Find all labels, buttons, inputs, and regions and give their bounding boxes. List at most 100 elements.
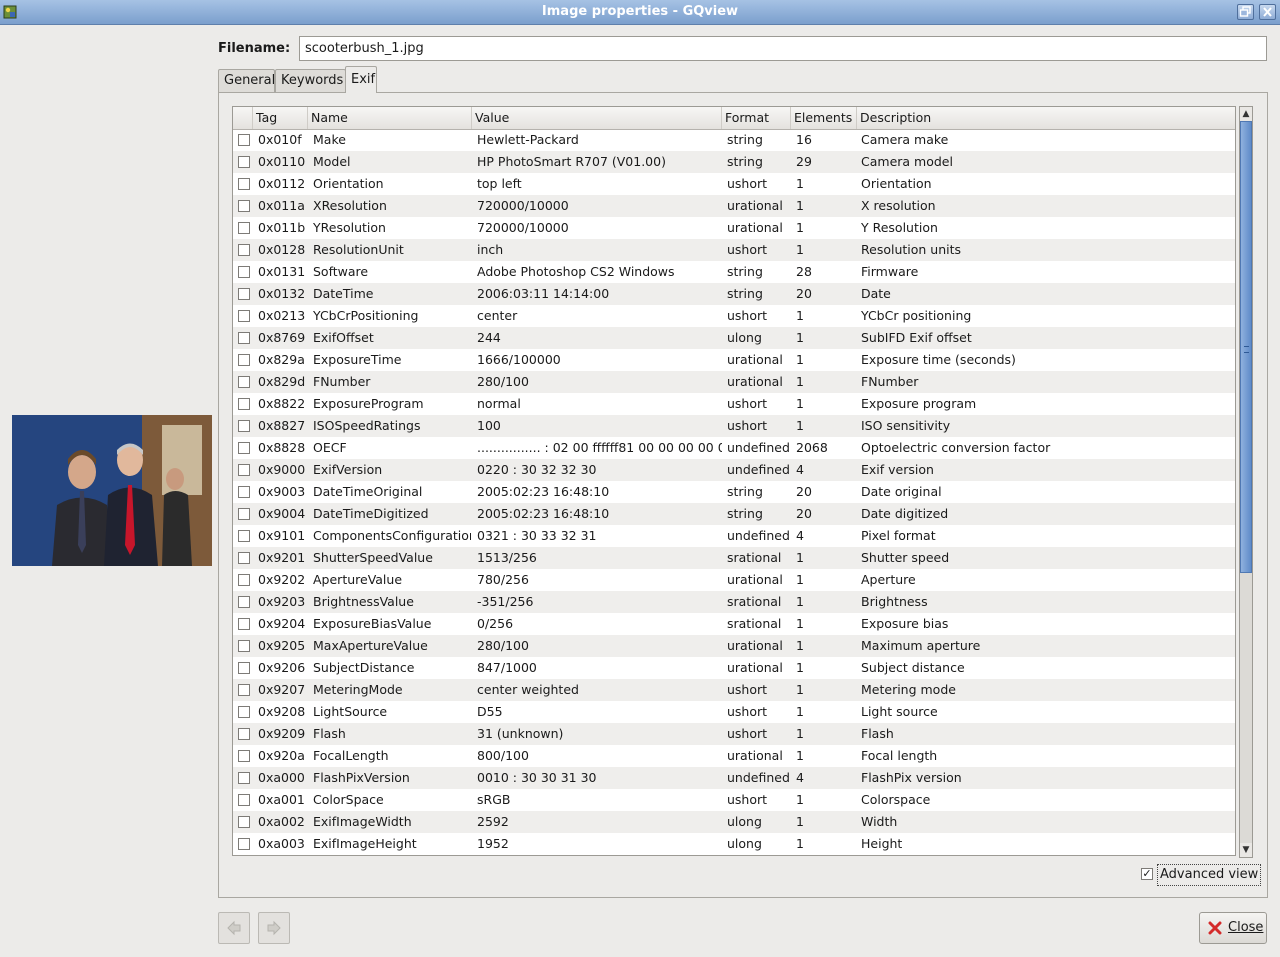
row-checkbox[interactable] [238,354,250,366]
row-checkbox[interactable] [238,398,250,410]
cell-description: Exposure bias [861,616,949,631]
column-header-description[interactable]: Description [857,107,1235,129]
table-row[interactable]: 0x9000 ExifVersion 0220 : 30 32 32 30 undef… [233,459,1235,481]
table-row[interactable]: 0x9203 BrightnessValue -351/256 srational 1 B… [233,591,1235,613]
column-header-format[interactable]: Format [722,107,791,129]
window-close-button[interactable] [1259,4,1276,20]
row-checkbox[interactable] [238,200,250,212]
table-row[interactable]: 0x0213 YCbCrPositioning center ushort 1 YCbCr… [233,305,1235,327]
column-header-tag[interactable]: Tag [253,107,308,129]
table-row[interactable]: 0xa003 ExifImageHeight 1952 ulong 1 Height [233,833,1235,855]
filename-input[interactable] [299,36,1267,61]
table-row[interactable]: 0x8769 ExifOffset 244 ulong 1 SubIFD Exif off… [233,327,1235,349]
row-checkbox[interactable] [238,530,250,542]
tab-general[interactable]: General [218,69,275,92]
row-checkbox[interactable] [238,706,250,718]
row-checkbox[interactable] [238,486,250,498]
advanced-view-label[interactable]: Advanced view [1157,864,1262,886]
cell-tag: 0x9004 [258,506,306,521]
row-checkbox[interactable] [238,816,250,828]
table-row[interactable]: 0xa002 ExifImageWidth 2592 ulong 1 Width [233,811,1235,833]
cell-elements: 1 [796,660,804,675]
table-row[interactable]: 0x9209 Flash 31 (unknown) ushort 1 Flash [233,723,1235,745]
row-checkbox[interactable] [238,574,250,586]
table-row[interactable]: 0xa000 FlashPixVersion 0010 : 30 30 31 30 u… [233,767,1235,789]
table-row[interactable]: 0x8827 ISOSpeedRatings 100 ushort 1 ISO sensi… [233,415,1235,437]
exif-table[interactable]: Tag Name Value Format Elements Descripti… [232,106,1236,856]
table-row[interactable]: 0xa001 ColorSpace sRGB ushort 1 Colorspace [233,789,1235,811]
scroll-down-icon[interactable]: ▼ [1240,843,1252,857]
row-checkbox[interactable] [238,684,250,696]
cell-value: 2005:02:23 16:48:10 [477,484,610,499]
row-checkbox[interactable] [238,134,250,146]
row-checkbox[interactable] [238,750,250,762]
table-row[interactable]: 0x9204 ExposureBiasValue 0/256 srational 1 Ex… [233,613,1235,635]
tab-keywords[interactable]: Keywords [275,69,346,92]
table-row[interactable]: 0x829d FNumber 280/100 urational 1 FNumber [233,371,1235,393]
table-row[interactable]: 0x011a XResolution 720000/10000 urational 1 X… [233,195,1235,217]
row-checkbox[interactable] [238,662,250,674]
table-row[interactable]: 0x011b YResolution 720000/10000 urational 1 Y… [233,217,1235,239]
table-row[interactable]: 0x9206 SubjectDistance 847/1000 urational 1 S… [233,657,1235,679]
column-header-value[interactable]: Value [472,107,722,129]
row-checkbox[interactable] [238,288,250,300]
table-row[interactable]: 0x9207 MeteringMode center weighted ushort 1… [233,679,1235,701]
table-row[interactable]: 0x9202 ApertureValue 780/256 urational 1 Aper… [233,569,1235,591]
table-row[interactable]: 0x9205 MaxApertureValue 280/100 urational 1 M… [233,635,1235,657]
table-row[interactable]: 0x010f Make Hewlett-Packard string 16 Camera … [233,129,1235,151]
row-checkbox[interactable] [238,640,250,652]
forward-button[interactable] [258,912,290,944]
table-row[interactable]: 0x9101 ComponentsConfiguration 0321 : 30 3… [233,525,1235,547]
title-bar[interactable]: Image properties - GQview [0,0,1280,25]
tab-exif[interactable]: Exif [345,66,377,93]
row-checkbox[interactable] [238,244,250,256]
row-checkbox[interactable] [238,310,250,322]
cell-value: 1952 [477,836,509,851]
vertical-scrollbar[interactable]: ▲ ▼ [1239,106,1253,858]
row-checkbox[interactable] [238,266,250,278]
table-row[interactable]: 0x9003 DateTimeOriginal 2005:02:23 16:48:1… [233,481,1235,503]
back-button[interactable] [218,912,250,944]
column-header-name[interactable]: Name [308,107,472,129]
table-row[interactable]: 0x920a FocalLength 800/100 urational 1 Focal … [233,745,1235,767]
advanced-view-checkbox[interactable]: ✓ [1141,868,1153,880]
row-checkbox[interactable] [238,332,250,344]
row-checkbox[interactable] [238,156,250,168]
table-row[interactable]: 0x829a ExposureTime 1666/100000 urational 1 E… [233,349,1235,371]
table-row[interactable]: 0x8828 OECF ................ : 02 00 fffff… [233,437,1235,459]
scroll-up-icon[interactable]: ▲ [1240,107,1252,121]
row-checkbox[interactable] [238,596,250,608]
cell-name: FNumber [313,374,371,389]
row-checkbox[interactable] [238,772,250,784]
row-checkbox[interactable] [238,838,250,850]
row-checkbox[interactable] [238,420,250,432]
restore-button[interactable] [1237,4,1254,20]
row-checkbox[interactable] [238,618,250,630]
row-checkbox[interactable] [238,442,250,454]
cell-format: ulong [727,836,762,851]
close-button[interactable]: Close [1199,912,1267,944]
row-checkbox[interactable] [238,794,250,806]
row-checkbox[interactable] [238,178,250,190]
row-checkbox[interactable] [238,508,250,520]
row-checkbox[interactable] [238,222,250,234]
table-row[interactable]: 0x0128 ResolutionUnit inch ushort 1 Resolutio… [233,239,1235,261]
column-header-elements[interactable]: Elements [791,107,857,129]
row-checkbox[interactable] [238,464,250,476]
table-row[interactable]: 0x9208 LightSource D55 ushort 1 Light source [233,701,1235,723]
table-row[interactable]: 0x0112 Orientation top left ushort 1 Orientat… [233,173,1235,195]
table-row[interactable]: 0x8822 ExposureProgram normal ushort 1 Exposu… [233,393,1235,415]
cell-format: ushort [727,792,768,807]
row-checkbox[interactable] [238,376,250,388]
table-row[interactable]: 0x0132 DateTime 2006:03:11 14:14:00 string 2… [233,283,1235,305]
table-row[interactable]: 0x9004 DateTimeDigitized 2005:02:23 16:48:… [233,503,1235,525]
table-row[interactable]: 0x0110 Model HP PhotoSmart R707 (V01.00) st… [233,151,1235,173]
row-checkbox[interactable] [238,728,250,740]
scrollbar-thumb[interactable] [1240,121,1252,573]
row-checkbox[interactable] [238,552,250,564]
column-header-check[interactable] [233,107,253,129]
table-row[interactable]: 0x9201 ShutterSpeedValue 1513/256 srational… [233,547,1235,569]
table-row[interactable]: 0x0131 Software Adobe Photoshop CS2 Window… [233,261,1235,283]
cell-name: YCbCrPositioning [313,308,419,323]
cell-format: urational [727,572,783,587]
